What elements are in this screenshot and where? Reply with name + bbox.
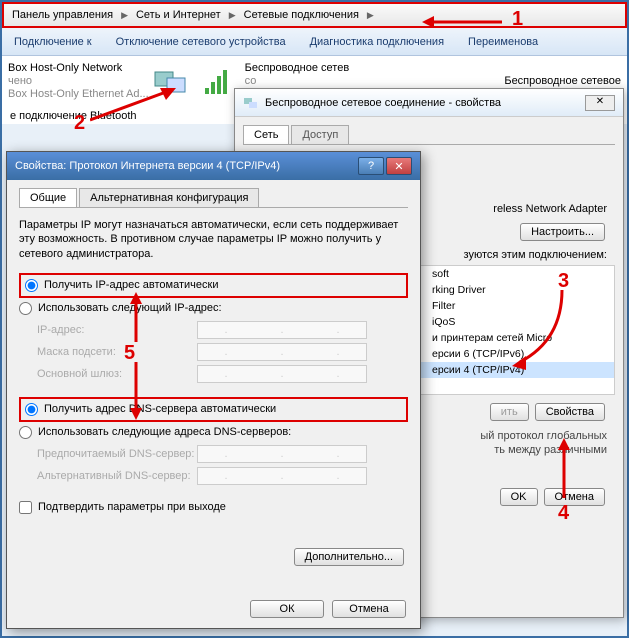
radio-ip-manual[interactable]: Использовать следующий IP-адрес: <box>19 300 408 317</box>
install-button[interactable]: ить <box>490 403 529 421</box>
tab-bar: Общие Альтернативная конфигурация <box>19 188 408 208</box>
dns-alt-label: Альтернативный DNS-сервер: <box>37 470 197 482</box>
help-button[interactable]: ? <box>358 157 384 175</box>
subnet-mask-label: Маска подсети: <box>37 346 197 358</box>
chevron-right-icon: ▶ <box>363 10 378 21</box>
radio-input[interactable] <box>19 302 32 315</box>
toolbar: Подключение к Отключение сетевого устрой… <box>2 28 627 56</box>
help-icon: ? <box>368 160 374 172</box>
properties-button[interactable]: Свойства <box>535 403 605 421</box>
dialog-title: Свойства: Протокол Интернета версии 4 (T… <box>15 160 280 172</box>
ipv4-properties-dialog: Свойства: Протокол Интернета версии 4 (T… <box>6 151 421 629</box>
radio-input[interactable] <box>25 403 38 416</box>
radio-label: Получить IP-адрес автоматически <box>44 279 218 291</box>
advanced-button[interactable]: Дополнительно... <box>294 548 404 566</box>
toolbar-disable[interactable]: Отключение сетевого устройства <box>104 36 298 48</box>
gateway-input: ... <box>197 365 367 383</box>
list-item[interactable]: iQoS <box>414 314 614 330</box>
toolbar-diagnose[interactable]: Диагностика подключения <box>298 36 456 48</box>
connection-name: Беспроводное сетевое <box>504 75 621 88</box>
breadcrumb-bar[interactable]: Панель управления ▶ Сеть и Интернет ▶ Се… <box>2 2 627 28</box>
annotation-number-1: 1 <box>512 8 523 31</box>
network-icon <box>153 66 193 98</box>
radio-label: Использовать следующие адреса DNS-сервер… <box>38 426 291 438</box>
radio-dns-auto[interactable]: Получить адрес DNS-сервера автоматически <box>19 397 408 422</box>
dialog-title: Беспроводное сетевое соединение - свойст… <box>265 97 501 109</box>
radio-label: Получить адрес DNS-сервера автоматически <box>44 403 276 415</box>
ip-address-label: IP-адрес: <box>37 324 197 336</box>
list-item[interactable]: ерсии 6 (TCP/IPv6) <box>414 346 614 362</box>
tab-general[interactable]: Общие <box>19 188 77 207</box>
confirm-checkbox-row[interactable]: Подтвердить параметры при выходе <box>19 501 408 514</box>
connection-status: со <box>245 75 350 88</box>
radio-label: Использовать следующий IP-адрес: <box>38 302 222 314</box>
description-text: Параметры IP могут назначаться автоматич… <box>19 218 408 261</box>
breadcrumb-item[interactable]: Сетевые подключения <box>240 9 363 21</box>
ok-button[interactable]: ОК <box>250 600 324 618</box>
annotation-number-4: 4 <box>558 502 569 525</box>
configure-button[interactable]: Настроить... <box>520 223 605 241</box>
annotation-number-5: 5 <box>124 342 135 365</box>
dns-primary-label: Предпочитаемый DNS-сервер: <box>37 448 197 460</box>
radio-input[interactable] <box>19 426 32 439</box>
connection-name: Box Host-Only Network <box>8 62 149 75</box>
checkbox-label: Подтвердить параметры при выходе <box>38 501 226 513</box>
tab-access[interactable]: Доступ <box>291 125 349 144</box>
confirm-checkbox[interactable] <box>19 501 32 514</box>
cancel-button[interactable]: Отмена <box>544 488 605 506</box>
close-button[interactable]: ✕ <box>386 157 412 175</box>
chevron-right-icon: ▶ <box>225 10 240 21</box>
list-item[interactable]: Filter <box>414 298 614 314</box>
subnet-mask-input: ... <box>197 343 367 361</box>
close-button[interactable]: ✕ <box>585 95 615 111</box>
dns-primary-input: ... <box>197 445 367 463</box>
list-item[interactable]: rking Driver <box>414 282 614 298</box>
gateway-label: Основной шлюз: <box>37 368 197 380</box>
radio-ip-auto[interactable]: Получить IP-адрес автоматически <box>19 273 408 298</box>
dns-alt-input: ... <box>197 467 367 485</box>
ok-button[interactable]: OK <box>500 488 538 506</box>
list-item-ipv4[interactable]: ерсии 4 (TCP/IPv4) <box>414 362 614 378</box>
connection-name: Беспроводное сетев <box>245 62 350 75</box>
tab-bar: Сеть Доступ <box>243 125 615 145</box>
network-icon <box>243 95 259 111</box>
tab-network[interactable]: Сеть <box>243 125 289 144</box>
radio-dns-manual[interactable]: Использовать следующие адреса DNS-сервер… <box>19 424 408 441</box>
components-list[interactable]: soft rking Driver Filter iQoS и принтера… <box>413 265 615 395</box>
tab-alternative[interactable]: Альтернативная конфигурация <box>79 188 259 207</box>
connection-status: чено <box>8 75 149 88</box>
radio-input[interactable] <box>25 279 38 292</box>
close-icon: ✕ <box>394 160 403 173</box>
dialog-titlebar[interactable]: Свойства: Протокол Интернета версии 4 (T… <box>7 152 420 180</box>
breadcrumb-item[interactable]: Панель управления <box>8 9 117 21</box>
connection-adapter: Box Host-Only Ethernet Ad... <box>8 88 149 101</box>
chevron-right-icon: ▶ <box>117 10 132 21</box>
ip-address-input: ... <box>197 321 367 339</box>
toolbar-rename[interactable]: Переименова <box>456 36 550 48</box>
dialog-titlebar[interactable]: Беспроводное сетевое соединение - свойст… <box>235 89 623 117</box>
list-item[interactable]: soft <box>414 266 614 282</box>
toolbar-connect[interactable]: Подключение к <box>2 36 104 48</box>
annotation-number-2: 2 <box>74 112 85 135</box>
connection-item[interactable]: Box Host-Only Network чено Box Host-Only… <box>8 62 193 102</box>
list-item[interactable]: и принтерам сетей Micro <box>414 330 614 346</box>
cancel-button[interactable]: Отмена <box>332 600 406 618</box>
annotation-number-3: 3 <box>558 270 569 293</box>
breadcrumb-item[interactable]: Сеть и Интернет <box>132 9 225 21</box>
